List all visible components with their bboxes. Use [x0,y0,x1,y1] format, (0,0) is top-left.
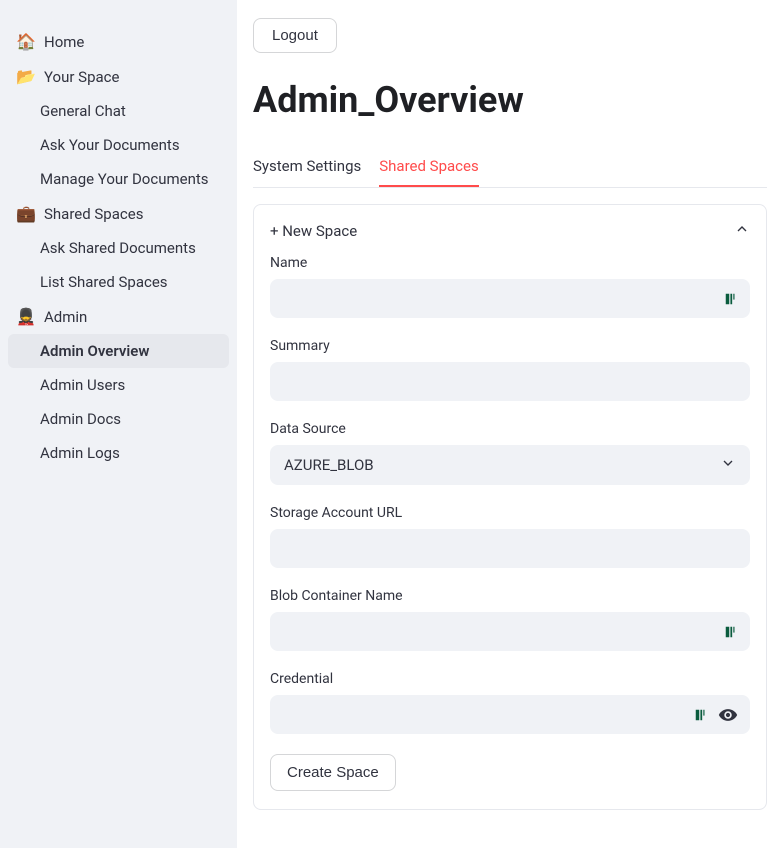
data-source-select[interactable]: AZURE_BLOB [270,445,750,485]
tabs: System Settings Shared Spaces [253,147,767,188]
sidebar-item-ask-shared-documents[interactable]: Ask Shared Documents [0,231,237,265]
sidebar-item-list-shared-spaces[interactable]: List Shared Spaces [0,265,237,299]
credential-label: Credential [270,671,750,687]
blob-container-label: Blob Container Name [270,588,750,604]
sidebar-item-label: Manage Your Documents [40,170,209,188]
sidebar-item-general-chat[interactable]: General Chat [0,94,237,128]
sidebar-item-label: Admin Docs [40,410,121,428]
sidebar-item-label: Admin [44,308,87,326]
sidebar-item-manage-your-documents[interactable]: Manage Your Documents [0,162,237,196]
page-title: Admin_Overview [253,79,767,121]
sidebar-item-label: Home [44,33,84,51]
sidebar-item-home[interactable]: 🏠 Home [0,24,237,59]
tab-shared-spaces[interactable]: Shared Spaces [379,147,478,187]
sidebar-item-label: Admin Overview [40,342,149,360]
credential-input[interactable] [270,695,750,734]
sidebar-item-admin-docs[interactable]: Admin Docs [0,402,237,436]
logout-button[interactable]: Logout [253,18,337,53]
sidebar-item-ask-your-documents[interactable]: Ask Your Documents [0,128,237,162]
sidebar-item-admin[interactable]: 💂 Admin [0,299,237,334]
storage-url-input[interactable] [270,529,750,568]
field-summary: Summary [270,338,750,401]
create-space-button[interactable]: Create Space [270,754,396,791]
field-name: Name [270,255,750,318]
guard-icon: 💂 [16,307,36,326]
sidebar-item-your-space[interactable]: 📂 Your Space [0,59,237,94]
field-credential: Credential [270,671,750,734]
briefcase-icon: 💼 [16,204,36,223]
chevron-up-icon [734,221,750,241]
sidebar-item-shared-spaces[interactable]: 💼 Shared Spaces [0,196,237,231]
panel-header-toggle[interactable]: + New Space [270,217,750,255]
blob-container-input[interactable] [270,612,750,651]
sidebar-item-label: Shared Spaces [44,205,143,223]
summary-label: Summary [270,338,750,354]
data-source-label: Data Source [270,421,750,437]
sidebar-item-admin-users[interactable]: Admin Users [0,368,237,402]
sidebar-item-label: Admin Users [40,376,125,394]
sidebar-item-label: Admin Logs [40,444,120,462]
sidebar-item-label: Ask Your Documents [40,136,180,154]
sidebar-item-label: General Chat [40,102,126,120]
folder-icon: 📂 [16,67,36,86]
field-storage-url: Storage Account URL [270,505,750,568]
name-label: Name [270,255,750,271]
field-data-source: Data Source AZURE_BLOB [270,421,750,485]
tab-system-settings[interactable]: System Settings [253,147,361,187]
password-manager-icon[interactable] [724,292,738,306]
panel-header-label: + New Space [270,222,357,240]
sidebar-item-admin-overview[interactable]: Admin Overview [8,334,229,368]
password-manager-icon[interactable] [694,708,708,722]
sidebar: 🏠 Home 📂 Your Space General Chat Ask You… [0,0,237,848]
sidebar-item-label: List Shared Spaces [40,273,168,291]
summary-input[interactable] [270,362,750,401]
sidebar-item-label: Ask Shared Documents [40,239,196,257]
home-icon: 🏠 [16,32,36,51]
name-input[interactable] [270,279,750,318]
sidebar-item-admin-logs[interactable]: Admin Logs [0,436,237,470]
sidebar-item-label: Your Space [44,68,119,86]
eye-icon[interactable] [718,705,738,725]
new-space-panel: + New Space Name Summary Data Source [253,204,767,810]
storage-url-label: Storage Account URL [270,505,750,521]
main-content: Logout Admin_Overview System Settings Sh… [237,0,779,848]
password-manager-icon[interactable] [724,625,738,639]
field-blob-container: Blob Container Name [270,588,750,651]
